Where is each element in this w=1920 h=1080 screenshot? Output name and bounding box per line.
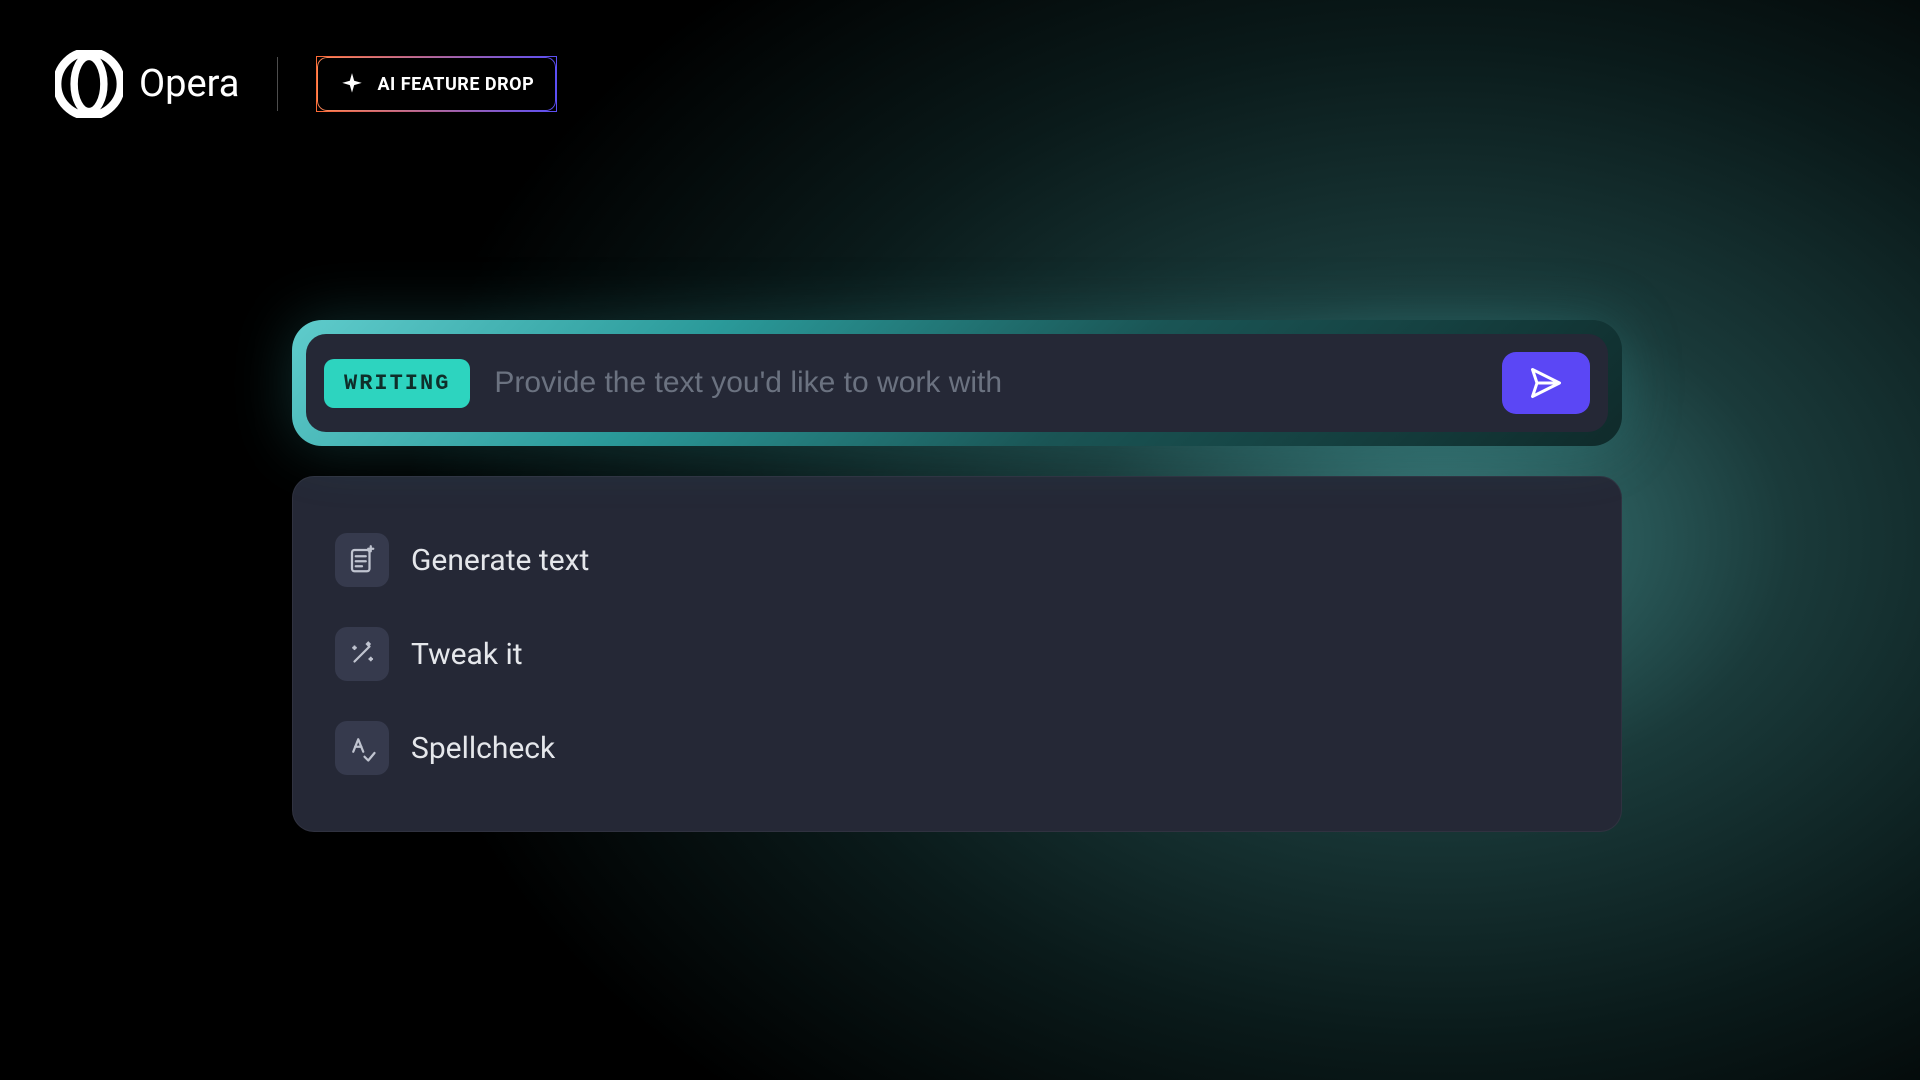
- option-label: Generate text: [411, 543, 589, 578]
- send-icon: [1528, 365, 1564, 401]
- magic-wand-icon: [335, 627, 389, 681]
- option-label: Tweak it: [411, 637, 523, 672]
- header-divider: [277, 57, 278, 111]
- brand-name: Opera: [139, 62, 239, 106]
- send-button[interactable]: [1502, 352, 1590, 414]
- spellcheck-icon: [335, 721, 389, 775]
- document-plus-icon: [335, 533, 389, 587]
- option-spellcheck[interactable]: Spellcheck: [335, 701, 1579, 795]
- mode-badge[interactable]: WRITING: [324, 359, 470, 408]
- opera-icon: [55, 50, 123, 118]
- option-generate-text[interactable]: Generate text: [335, 513, 1579, 607]
- option-label: Spellcheck: [411, 731, 555, 766]
- options-panel: Generate text Tweak it: [292, 476, 1622, 832]
- main-container: WRITING Generate: [292, 320, 1622, 832]
- text-input[interactable]: [494, 366, 1478, 400]
- input-bar: WRITING: [306, 334, 1608, 432]
- option-tweak-it[interactable]: Tweak it: [335, 607, 1579, 701]
- feature-badge-label: AI FEATURE DROP: [377, 74, 534, 95]
- opera-logo: Opera: [55, 50, 239, 118]
- header: Opera AI FEATURE DROP: [55, 50, 557, 118]
- input-wrapper: WRITING: [292, 320, 1622, 446]
- ai-sparkle-icon: [339, 71, 365, 97]
- feature-badge[interactable]: AI FEATURE DROP: [316, 56, 557, 112]
